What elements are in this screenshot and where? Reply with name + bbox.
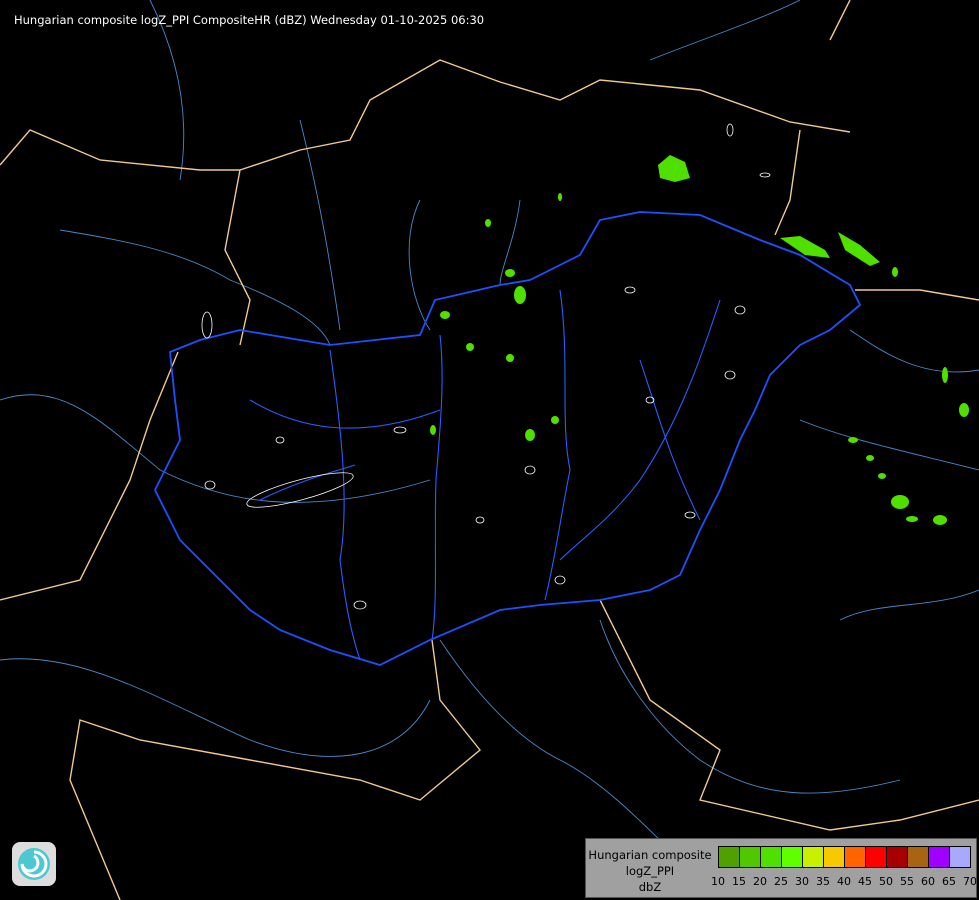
map-title: Hungarian composite logZ_PPI CompositeHR… xyxy=(14,13,485,27)
legend-swatch xyxy=(803,847,824,867)
radar-map[interactable] xyxy=(0,0,979,900)
legend-swatch xyxy=(950,847,970,867)
legend-line: Hungarian composite xyxy=(588,848,712,862)
contour-lines xyxy=(201,123,771,610)
legend-tick: 70 xyxy=(963,875,977,888)
legend-swatch xyxy=(719,847,740,867)
legend-line: dbZ xyxy=(638,880,662,894)
legend-tick: 10 xyxy=(711,875,725,888)
legend-label: Hungarian composite logZ_PPI dbZ xyxy=(586,847,714,895)
radar-map-view: Hungarian composite logZ_PPI CompositeHR… xyxy=(0,0,979,900)
legend-tick: 55 xyxy=(900,875,914,888)
country-borders xyxy=(0,0,979,900)
radar-echoes xyxy=(430,155,969,525)
legend-tick: 45 xyxy=(858,875,872,888)
legend-ticks: 10 15 20 25 30 35 40 45 50 55 60 65 70 xyxy=(711,875,977,891)
legend-swatch xyxy=(929,847,950,867)
legend-tick: 65 xyxy=(942,875,956,888)
legend-tick: 30 xyxy=(795,875,809,888)
legend-swatches xyxy=(718,846,971,868)
legend-tick: 60 xyxy=(921,875,935,888)
legend-tick: 50 xyxy=(879,875,893,888)
legend-line: logZ_PPI xyxy=(625,864,675,878)
legend-swatch xyxy=(824,847,845,867)
legend-swatch xyxy=(782,847,803,867)
legend-tick: 35 xyxy=(816,875,830,888)
hungary-border xyxy=(153,211,862,666)
legend-swatch xyxy=(866,847,887,867)
legend-swatch xyxy=(887,847,908,867)
swirl-logo-icon xyxy=(12,842,56,886)
legend-swatch xyxy=(740,847,761,867)
legend-tick: 20 xyxy=(753,875,767,888)
legend-tick: 40 xyxy=(837,875,851,888)
legend-tick: 15 xyxy=(732,875,746,888)
legend-swatch xyxy=(761,847,782,867)
legend-swatch xyxy=(908,847,929,867)
legend-tick: 25 xyxy=(774,875,788,888)
color-legend: Hungarian composite logZ_PPI dbZ 10 15 20 2… xyxy=(585,838,977,898)
legend-swatch xyxy=(845,847,866,867)
